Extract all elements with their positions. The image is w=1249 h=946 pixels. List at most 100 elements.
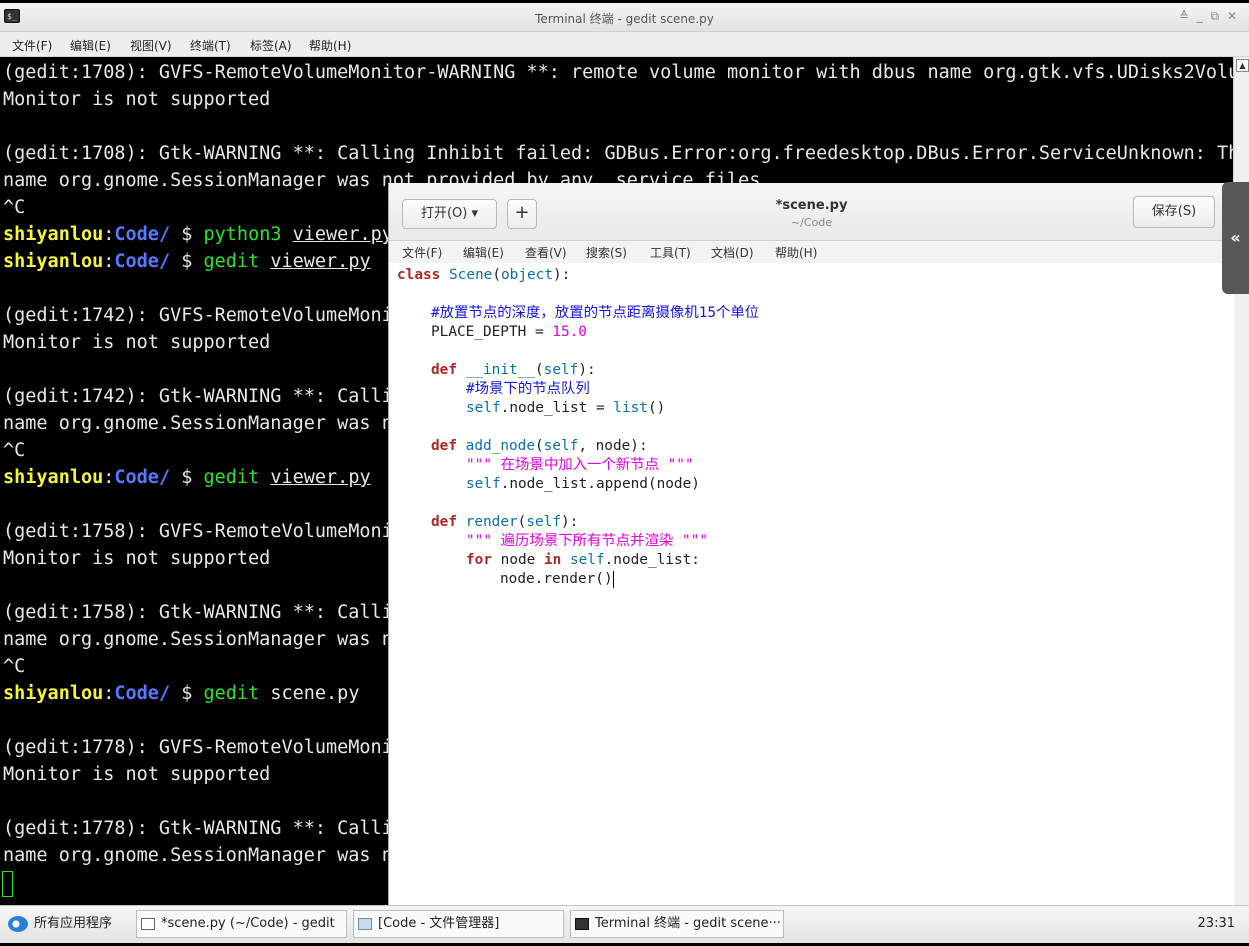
gedit-menu-view[interactable]: 查看(V)	[525, 244, 567, 261]
document-title: *scene.py	[775, 198, 848, 213]
gedit-menu-file[interactable]: 文件(F)	[402, 244, 442, 261]
terminal-prompt-line: shiyanlou:Code/ $ gedit viewer.py	[3, 248, 371, 275]
code-line: """ 遍历场景下所有节点并渲染 """	[466, 533, 708, 549]
gedit-menu-help[interactable]: 帮助(H)	[775, 244, 817, 261]
terminal-line: name org.gnome.SessionManager was nc	[3, 413, 404, 434]
all-apps-label: 所有应用程序	[34, 916, 113, 931]
prompt-user: shiyanlou	[3, 467, 104, 488]
prompt-colon: :	[103, 467, 115, 488]
prompt-symbol: $	[170, 251, 204, 272]
prompt-dir: Code/	[114, 683, 171, 704]
prompt-command: gedit	[203, 467, 260, 488]
terminal-prompt-line: shiyanlou:Code/ $ gedit scene.py	[3, 680, 359, 707]
clock: 23:31	[1197, 916, 1235, 931]
terminal-line: (gedit:1742): GVFS-RemoteVolumeMonit	[3, 305, 404, 326]
terminal-prompt-line: shiyanlou:Code/ $ gedit viewer.py	[3, 464, 371, 491]
terminal-line: ^C	[3, 656, 26, 677]
terminal-line: ^C	[3, 440, 26, 461]
terminal-line: (gedit:1708): Gtk-WARNING **: Calling In…	[3, 143, 1233, 164]
terminal-titlebar: $_ Terminal 终端 - gedit scene.py ≙ _ ⧉ ✕	[0, 3, 1249, 32]
terminal-prompt-line: shiyanlou:Code/ $ python3 viewer.py	[3, 221, 393, 248]
scroll-up-icon[interactable]: ▲	[1236, 59, 1249, 72]
terminal-menu-tabs[interactable]: 标签(A)	[250, 37, 292, 54]
terminal-line: Monitor is not supported	[3, 89, 271, 110]
gedit-window: 打开(O) ▾ + *scene.py ~/Code 保存(S) 文件(F) 编…	[388, 183, 1234, 905]
code-line: def render(self):	[431, 514, 579, 530]
prompt-user: shiyanlou	[3, 683, 104, 704]
window-controls[interactable]: ≙ _ ⧉ ✕	[1179, 9, 1239, 24]
terminal-line: (gedit:1778): Gtk-WARNING **: Callir	[3, 818, 404, 839]
prompt-argument: viewer.py	[270, 467, 371, 488]
prompt-colon: :	[103, 683, 115, 704]
side-panel-toggle[interactable]: «	[1222, 182, 1249, 294]
terminal-line: Monitor is not supported	[3, 332, 271, 353]
prompt-command: python3	[203, 224, 282, 245]
task-label: *scene.py (~/Code) - gedit	[161, 916, 335, 931]
prompt-argument: viewer.py	[292, 224, 393, 245]
task-label: [Code - 文件管理器]	[378, 916, 500, 931]
code-line: node.render()	[500, 570, 614, 588]
prompt-symbol: $	[170, 683, 204, 704]
taskbar-task-gedit[interactable]: *scene.py (~/Code) - gedit	[136, 910, 347, 938]
prompt-colon: :	[103, 224, 115, 245]
terminal-line: (gedit:1758): Gtk-WARNING **: Callir	[3, 602, 404, 623]
gedit-headerbar: 打开(O) ▾ + *scene.py ~/Code 保存(S)	[389, 183, 1234, 241]
prompt-argument: scene.py	[270, 683, 360, 704]
prompt-argument: viewer.py	[270, 251, 371, 272]
terminal-menu-terminal[interactable]: 终端(T)	[190, 37, 231, 54]
prompt-dir: Code/	[114, 251, 171, 272]
prompt-command: gedit	[203, 251, 260, 272]
terminal-line: (gedit:1778): GVFS-RemoteVolumeMonit	[3, 737, 404, 758]
gedit-menu-edit[interactable]: 编辑(E)	[463, 244, 504, 261]
all-apps-button[interactable]: 所有应用程序	[4, 912, 112, 936]
terminal-menu-file[interactable]: 文件(F)	[12, 37, 52, 54]
code-line: def add_node(self, node):	[431, 438, 648, 454]
terminal-line: name org.gnome.SessionManager was nc	[3, 845, 404, 866]
terminal-line: name org.gnome.SessionManager was nc	[3, 629, 404, 650]
taskbar-task-file-manager[interactable]: [Code - 文件管理器]	[353, 910, 564, 938]
prompt-dir: Code/	[114, 224, 171, 245]
prompt-symbol: $	[170, 224, 204, 245]
text-cursor	[612, 570, 614, 588]
folder-icon	[358, 917, 372, 930]
terminal-line: (gedit:1758): GVFS-RemoteVolumeMonit	[3, 521, 404, 542]
terminal-line: (gedit:1742): Gtk-WARNING **: Callir	[3, 386, 404, 407]
terminal-line: (gedit:1708): GVFS-RemoteVolumeMonitor-W…	[3, 62, 1233, 83]
code-line: def __init__(self):	[431, 362, 596, 378]
terminal-window-title: Terminal 终端 - gedit scene.py	[535, 12, 714, 26]
prompt-dir: Code/	[114, 467, 171, 488]
prompt-command: gedit	[203, 683, 260, 704]
terminal-icon	[575, 917, 589, 930]
terminal-menu-help[interactable]: 帮助(H)	[309, 37, 351, 54]
terminal-cursor	[2, 871, 13, 897]
code-line: """ 在场景中加入一个新节点 """	[466, 457, 694, 473]
code-line: self.node_list = list()	[466, 400, 666, 416]
prompt-symbol: $	[170, 467, 204, 488]
code-line: #放置节点的深度，放置的节点距离摄像机15个单位	[431, 305, 760, 321]
gedit-menu-search[interactable]: 搜索(S)	[586, 244, 627, 261]
gedit-menubar: 文件(F) 编辑(E) 查看(V) 搜索(S) 工具(T) 文档(D) 帮助(H…	[389, 241, 1234, 263]
prompt-user: shiyanlou	[3, 224, 104, 245]
gedit-menu-documents[interactable]: 文档(D)	[711, 244, 754, 261]
text-editor-icon	[141, 917, 155, 930]
code-line: for node in self.node_list:	[466, 552, 700, 568]
code-line: class Scene(object):	[397, 267, 571, 283]
apps-logo-icon	[8, 915, 28, 932]
code-editor[interactable]: class Scene(object): #放置节点的深度，放置的节点距离摄像机…	[389, 263, 1234, 905]
prompt-colon: :	[103, 251, 115, 272]
code-line: PLACE_DEPTH = 15.0	[431, 324, 587, 340]
terminal-menu-edit[interactable]: 编辑(E)	[70, 37, 111, 54]
prompt-user: shiyanlou	[3, 251, 104, 272]
terminal-line: Monitor is not supported	[3, 548, 271, 569]
terminal-line: Monitor is not supported	[3, 764, 271, 785]
document-path: ~/Code	[790, 216, 833, 229]
task-label: Terminal 终端 - gedit scene···	[595, 916, 781, 931]
taskbar: 所有应用程序 *scene.py (~/Code) - gedit [Code …	[0, 905, 1249, 943]
terminal-menubar: 文件(F) 编辑(E) 视图(V) 终端(T) 标签(A) 帮助(H)	[0, 32, 1249, 57]
save-button[interactable]: 保存(S)	[1133, 196, 1215, 228]
terminal-menu-view[interactable]: 视图(V)	[130, 37, 172, 54]
code-line: self.node_list.append(node)	[466, 476, 700, 492]
taskbar-task-terminal[interactable]: Terminal 终端 - gedit scene···	[570, 910, 784, 938]
code-line: #场景下的节点队列	[466, 381, 590, 397]
gedit-menu-tools[interactable]: 工具(T)	[650, 244, 691, 261]
